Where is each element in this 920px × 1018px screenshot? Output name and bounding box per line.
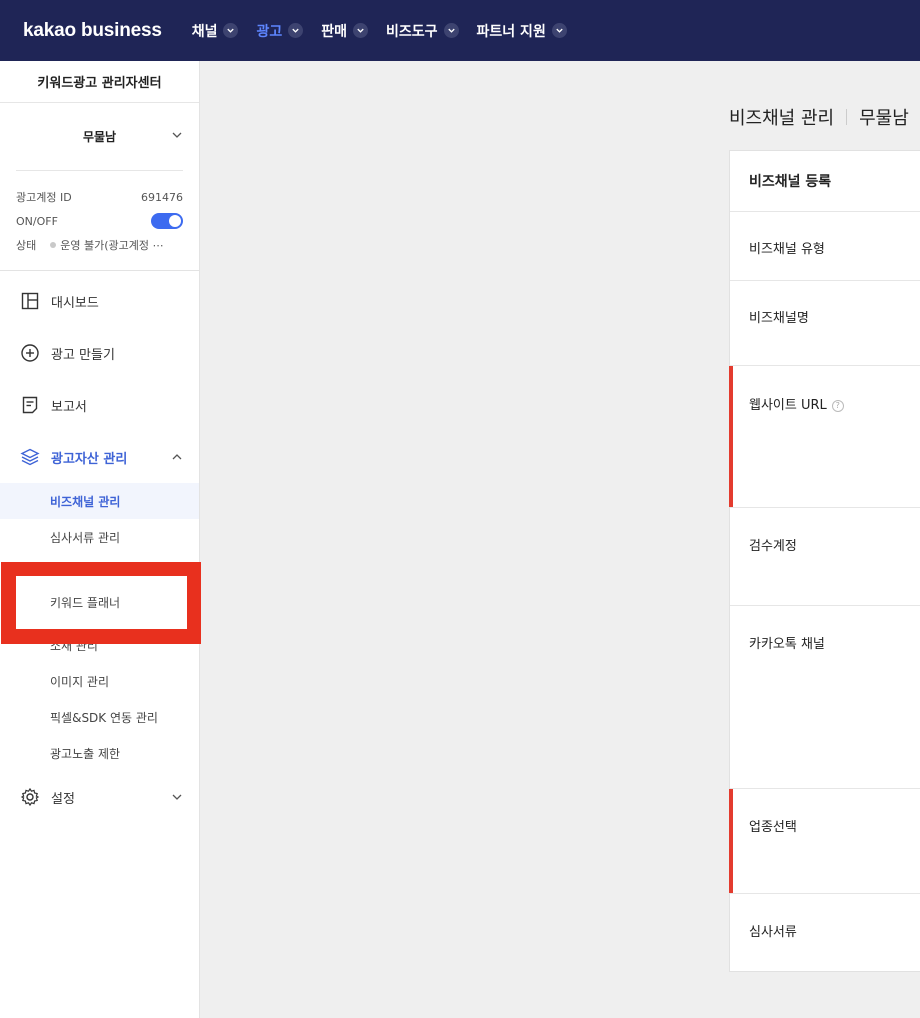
nav-partner-support-label: 파트너 지원 bbox=[476, 23, 546, 40]
sidebar-item-label: 광고자산 관리 bbox=[51, 451, 128, 467]
status-value: 운영 불가(광고계정 ⋯ bbox=[50, 237, 164, 253]
sidebar-item-dashboard[interactable]: 대시보드 bbox=[0, 275, 199, 327]
status-label: 상태 bbox=[16, 239, 37, 252]
submenu-creative-manage[interactable]: 소재 관리 bbox=[0, 627, 199, 663]
gear-icon bbox=[20, 787, 40, 807]
submenu-image-manage[interactable]: 이미지 관리 bbox=[0, 663, 199, 699]
row-label: 심사서류 bbox=[749, 925, 797, 940]
required-indicator bbox=[729, 366, 733, 507]
chevron-down-icon bbox=[288, 23, 304, 38]
ad-account-id-row: 광고계정 ID 691476 bbox=[16, 185, 183, 209]
sidebar-item-create-ad[interactable]: 광고 만들기 bbox=[0, 327, 199, 379]
sidebar-item-label: 대시보드 bbox=[51, 295, 99, 311]
page-title: 비즈채널 관리 무물남 bbox=[729, 104, 909, 130]
sidebar-item-report[interactable]: 보고서 bbox=[0, 379, 199, 431]
nav-ads-label: 광고 bbox=[256, 23, 283, 40]
row-review-account: 검수계정 bbox=[730, 508, 920, 606]
account-selector[interactable]: 무물남 bbox=[16, 103, 183, 171]
page-title-account: 무물남 bbox=[859, 108, 909, 129]
account-info: 광고계정 ID 691476 ON/OFF 상태 운영 불가(광고계정 ⋯ bbox=[0, 171, 199, 271]
kakao-business-logo[interactable]: kakao business bbox=[23, 20, 162, 42]
row-label: 비즈채널명 bbox=[749, 311, 809, 326]
submenu-review-docs[interactable]: 심사서류 관리 bbox=[0, 519, 199, 555]
ad-account-id-value: 691476 bbox=[141, 190, 183, 204]
status-text: 운영 불가(광고계정 ⋯ bbox=[60, 239, 164, 252]
page-title-text: 비즈채널 관리 bbox=[729, 108, 835, 129]
report-icon bbox=[22, 396, 38, 414]
global-nav: 채널 광고 판매 비즈도구 파트너 지원 bbox=[192, 21, 585, 41]
nav-sales-label: 판매 bbox=[321, 23, 348, 40]
row-label: 검수계정 bbox=[749, 539, 797, 554]
top-navigation-bar: kakao business 채널 광고 판매 비즈도구 파트너 지원 bbox=[0, 0, 920, 61]
submenu-ad-exposure-limit[interactable]: 광고노출 제한 bbox=[0, 735, 199, 771]
row-label: 비즈채널 유형 bbox=[749, 242, 825, 257]
row-channel-type: 비즈채널 유형 bbox=[730, 212, 920, 281]
row-channel-name: 비즈채널명 bbox=[730, 281, 920, 366]
submenu-keyword-planner[interactable]: 키워드 플래너 bbox=[16, 576, 187, 629]
plus-circle-icon bbox=[21, 344, 39, 362]
chevron-down-icon bbox=[551, 23, 567, 38]
nav-channel[interactable]: 채널 bbox=[192, 21, 239, 41]
sidebar-item-settings[interactable]: 설정 bbox=[0, 771, 199, 823]
sidebar-item-label: 설정 bbox=[51, 791, 75, 807]
help-icon[interactable]: ? bbox=[831, 399, 844, 412]
row-review-docs: 심사서류 bbox=[730, 894, 920, 972]
nav-sales[interactable]: 판매 bbox=[321, 21, 369, 41]
nav-biz-tools[interactable]: 비즈도구 bbox=[386, 21, 459, 41]
sidebar-title: 키워드광고 관리자센터 bbox=[0, 61, 199, 103]
chevron-down-icon bbox=[443, 23, 459, 38]
chevron-up-icon bbox=[172, 454, 182, 460]
submenu-biz-channel[interactable]: 비즈채널 관리 bbox=[0, 483, 199, 519]
chevron-down-icon bbox=[223, 23, 239, 38]
row-industry-select: 업종선택 bbox=[729, 789, 920, 894]
sidebar-item-ad-assets[interactable]: 광고자산 관리 bbox=[0, 431, 199, 483]
ad-account-id-label: 광고계정 ID bbox=[16, 191, 72, 204]
title-divider bbox=[846, 109, 848, 125]
nav-biz-tools-label: 비즈도구 bbox=[386, 23, 438, 40]
chevron-down-icon bbox=[172, 794, 182, 800]
layers-icon bbox=[20, 448, 40, 466]
status-row: 상태 운영 불가(광고계정 ⋯ bbox=[16, 233, 183, 257]
status-dot bbox=[50, 242, 57, 248]
nav-channel-label: 채널 bbox=[191, 23, 218, 40]
dashboard-icon bbox=[21, 292, 39, 310]
onoff-toggle[interactable] bbox=[151, 213, 183, 229]
onoff-row: ON/OFF bbox=[16, 209, 183, 233]
sidebar: 키워드광고 관리자센터 무물남 광고계정 ID 691476 ON/OFF 상태… bbox=[0, 61, 200, 1018]
sidebar-menu: 대시보드 광고 만들기 보고서 광고자산 관리 비즈채널 관리 심사서류 관리 … bbox=[0, 271, 199, 823]
onoff-label: ON/OFF bbox=[16, 214, 58, 228]
row-label: 웹사이트 URL bbox=[749, 398, 827, 413]
sidebar-item-label: 광고 만들기 bbox=[51, 347, 115, 363]
biz-channel-register-panel: 비즈채널 등록 비즈채널 유형 비즈채널명 웹사이트 URL? 검수계정 카카오… bbox=[729, 150, 920, 972]
row-kakaotalk-channel: 카카오톡 채널 bbox=[730, 606, 920, 789]
required-indicator bbox=[729, 789, 733, 893]
chevron-down-icon bbox=[353, 23, 369, 38]
row-label: 카카오톡 채널 bbox=[749, 637, 825, 652]
sidebar-item-label: 보고서 bbox=[51, 399, 87, 415]
row-website-url: 웹사이트 URL? bbox=[729, 366, 920, 508]
nav-ads[interactable]: 광고 bbox=[256, 21, 304, 41]
submenu-pixel-sdk[interactable]: 픽셀&SDK 연동 관리 bbox=[0, 699, 199, 735]
panel-heading: 비즈채널 등록 bbox=[730, 151, 920, 212]
row-label: 업종선택 bbox=[749, 820, 797, 835]
account-name: 무물남 bbox=[82, 130, 117, 144]
nav-partner-support[interactable]: 파트너 지원 bbox=[477, 21, 567, 41]
chevron-down-icon bbox=[172, 132, 182, 138]
row-label-wrap: 웹사이트 URL? bbox=[749, 394, 844, 413]
